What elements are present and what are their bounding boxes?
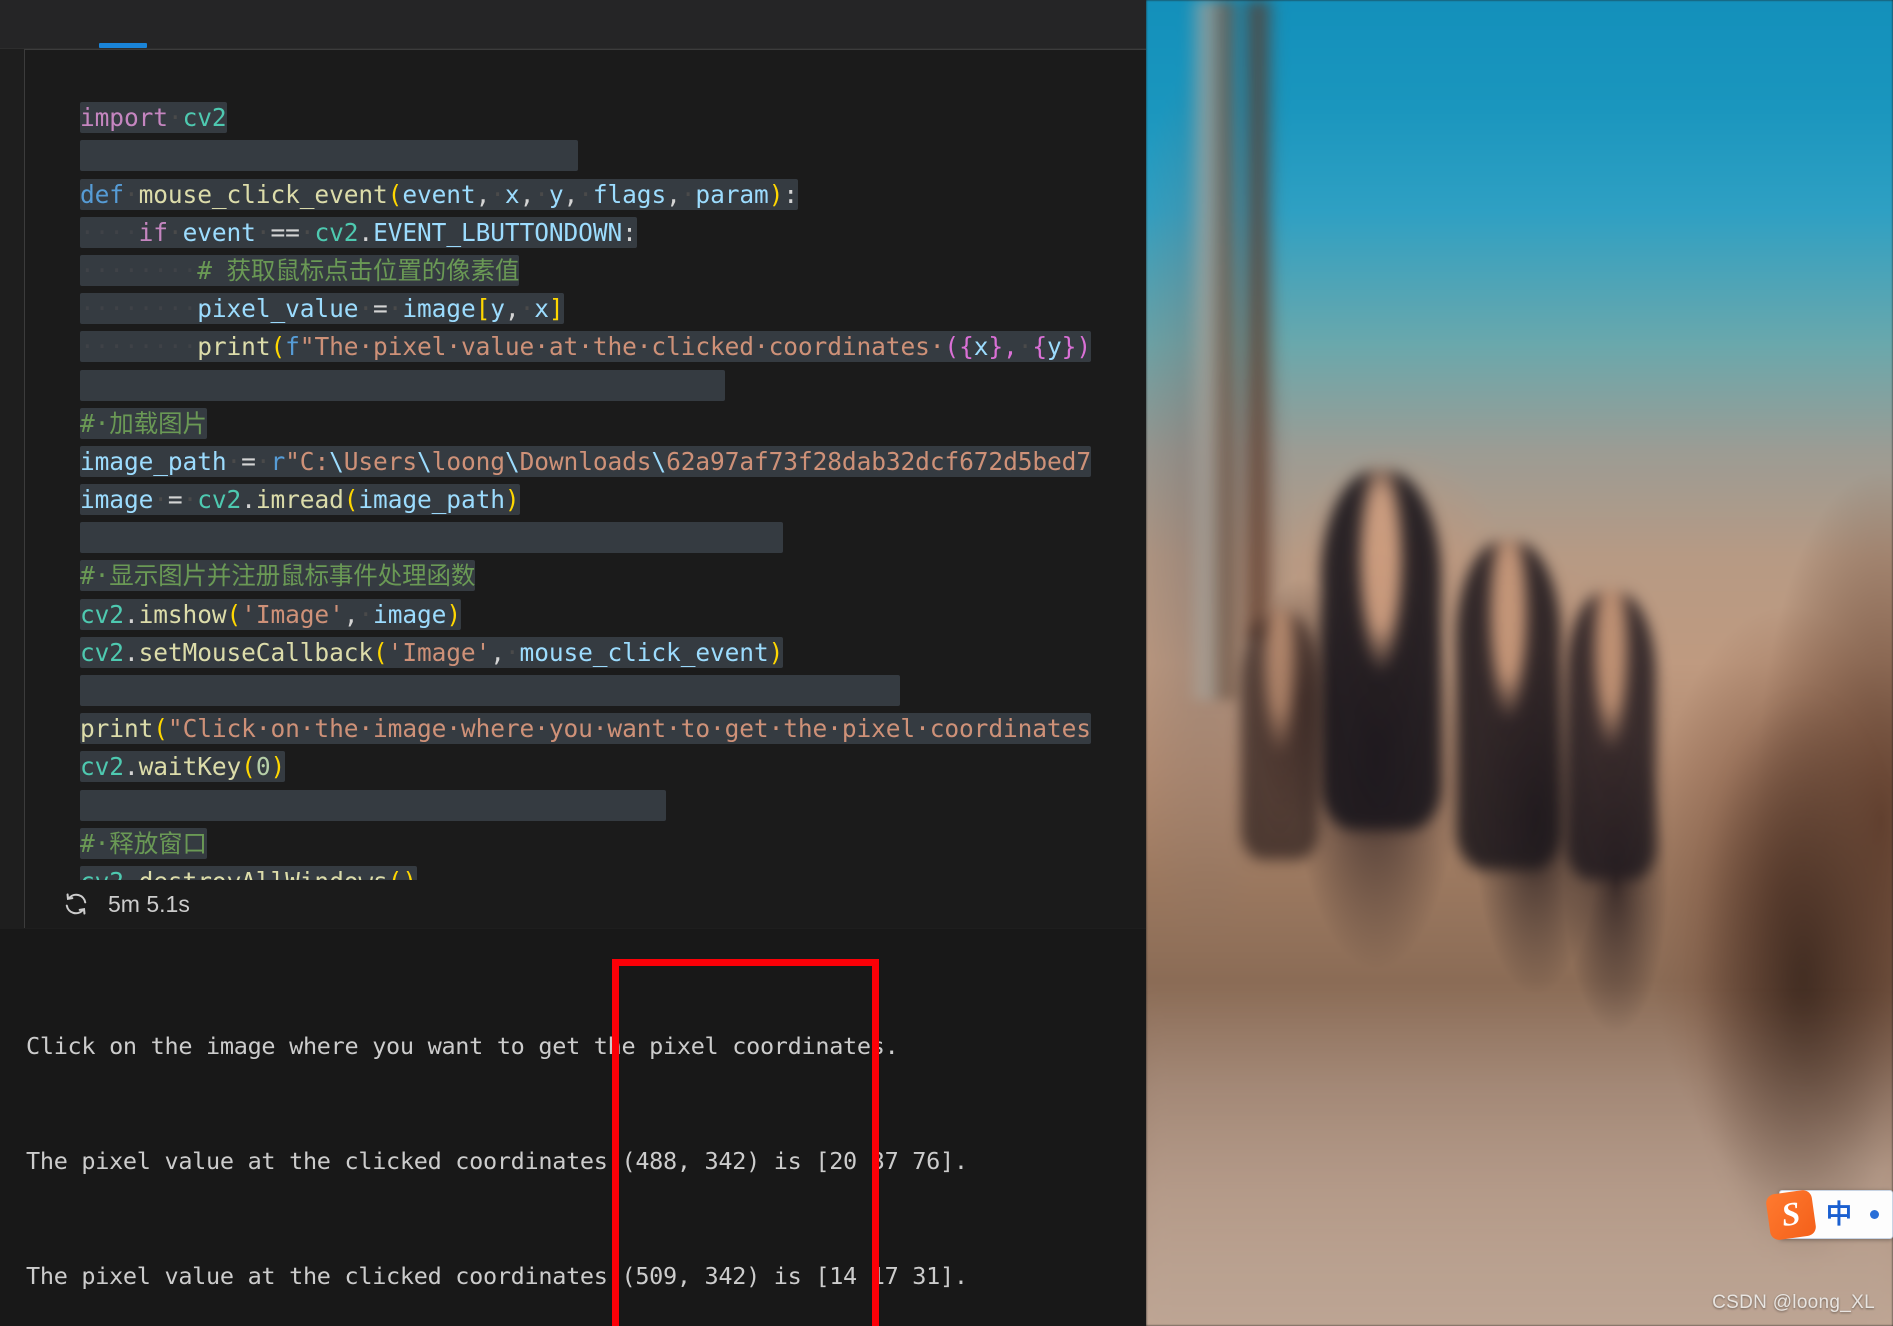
- code-line: cv2.setMouseCallback('Image',·mouse_clic…: [80, 636, 784, 668]
- code-line: #·释放窗口: [80, 827, 207, 859]
- output-line: Click on the image where you want to get…: [26, 1032, 899, 1061]
- code-line: ····if·event·==·cv2.EVENT_LBUTTONDOWN:: [80, 216, 637, 248]
- photo-figure-4: [1241, 610, 1319, 860]
- ime-status-dot-icon[interactable]: [1870, 1210, 1880, 1219]
- code-editor-panel: import·cv2 def·mouse_click_event(event,·…: [0, 0, 1146, 1326]
- code-line: [80, 672, 1146, 710]
- code-line: cv2.waitKey(0): [80, 751, 286, 783]
- code-line: print("Click·on·the·image·where·you·want…: [80, 713, 1091, 745]
- photo-ground: [1146, 996, 1893, 1326]
- code-line: [80, 519, 1146, 557]
- execution-status-row: 5m 5.1s: [50, 880, 1146, 928]
- output-line: The pixel value at the clicked coordinat…: [26, 1261, 968, 1290]
- code-line: image·=·cv2.imread(image_path): [80, 484, 520, 516]
- csdn-watermark: CSDN @loong_XL: [1712, 1292, 1875, 1313]
- code-line: cv2.imshow('Image',·image): [80, 598, 461, 630]
- code-line: ········print(f"The·pixel·value·at·the·c…: [80, 331, 1091, 363]
- execution-time-label: 5m 5.1s: [108, 890, 190, 917]
- notebook-code-cell[interactable]: import·cv2 def·mouse_click_event(event,·…: [24, 49, 1146, 928]
- code-line: import·cv2: [80, 102, 227, 134]
- sogou-logo-icon[interactable]: S: [1765, 1189, 1817, 1241]
- code-line: def·mouse_click_event(event,·x,·y,·flags…: [80, 178, 798, 210]
- code-line: [80, 367, 1146, 405]
- screenshot-root: import·cv2 def·mouse_click_event(event,·…: [0, 0, 1893, 1326]
- code-line: #·显示图片并注册鼠标事件处理函数: [80, 560, 476, 592]
- photo-figure-1: [1321, 470, 1441, 830]
- code-line: ········# 获取鼠标点击位置的像素值: [80, 254, 520, 286]
- terminal-output[interactable]: Click on the image where you want to get…: [0, 929, 1146, 1326]
- sogou-ime-bar[interactable]: S 中: [1765, 1189, 1893, 1241]
- photo-pillar: [1186, 0, 1244, 700]
- tab-strip: [0, 0, 1146, 49]
- background-photo: [1146, 0, 1893, 1326]
- code-line: [80, 137, 1146, 175]
- ime-mode-label[interactable]: 中: [1826, 1202, 1852, 1228]
- photo-figure-3: [1566, 590, 1656, 880]
- photo-figure-2: [1456, 540, 1561, 870]
- output-line: The pixel value at the clicked coordinat…: [26, 1147, 968, 1175]
- code-line: #·加载图片: [80, 407, 207, 439]
- code-line: image_path·=·r"C:\Users\loong\Downloads\…: [80, 445, 1091, 477]
- code-line: [80, 787, 1146, 825]
- refresh-icon[interactable]: [62, 890, 90, 918]
- active-tab-indicator[interactable]: [99, 43, 147, 48]
- photo-pillar-2: [1238, 0, 1278, 640]
- code-content[interactable]: import·cv2 def·mouse_click_event(event,·…: [80, 61, 1146, 928]
- code-line: ········pixel_value·=·image[y,·x]: [80, 293, 564, 325]
